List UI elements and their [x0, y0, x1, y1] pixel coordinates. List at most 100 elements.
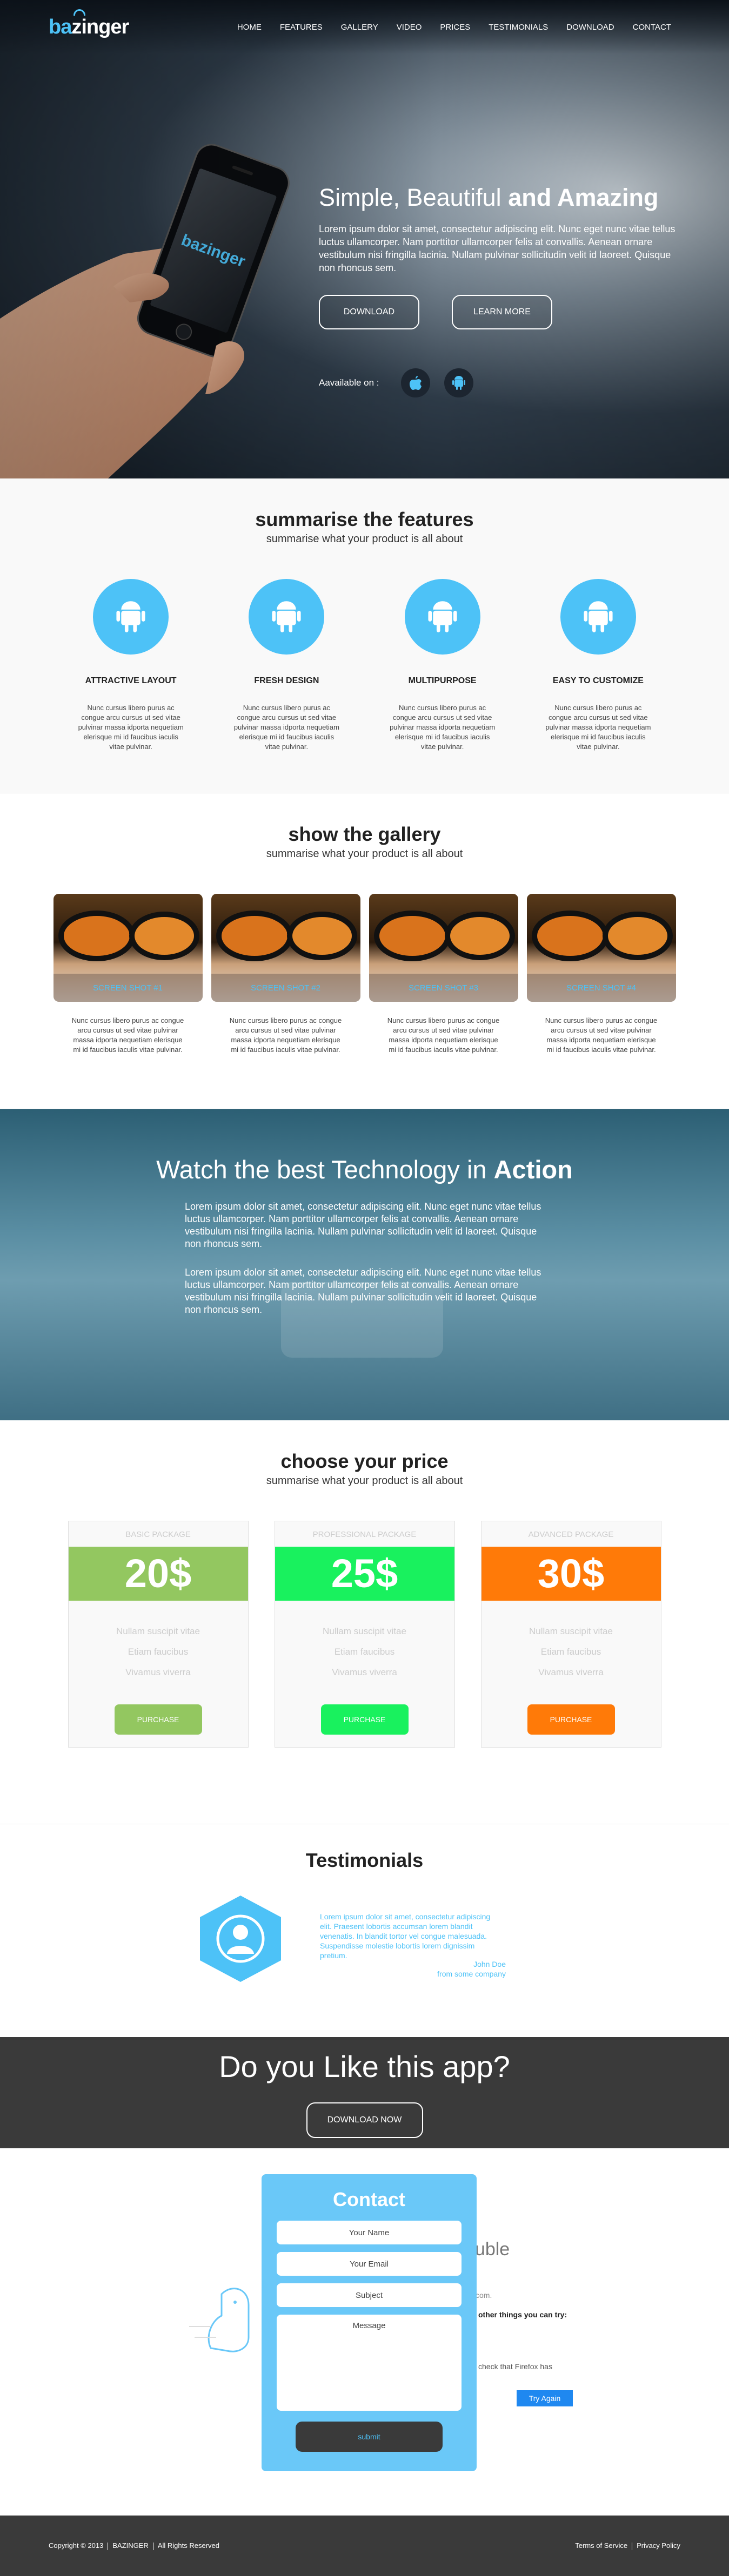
gallery-text: Nunc cursus libero purus ac congue arcu …: [387, 1016, 500, 1054]
screenshot-image[interactable]: SCREEN SHOT #4: [526, 894, 676, 1002]
features-title: summarise the features: [255, 508, 474, 530]
pricing-plan-advanced: ADVANCED PACKAGE 30$ Nullam suscipit vit…: [480, 1521, 661, 1748]
feature-text: Nunc cursus libero purus ac congue arcu …: [78, 704, 184, 751]
feature-item: EASY TO CUSTOMIZE Nunc cursus libero pur…: [520, 579, 676, 752]
feature-item: ATTRACTIVE LAYOUT Nunc cursus libero pur…: [53, 579, 209, 752]
nav-testimonials[interactable]: TESTIMONIALS: [479, 23, 557, 32]
nav-contact[interactable]: CONTACT: [624, 23, 680, 32]
nav-home[interactable]: HOME: [228, 23, 271, 32]
available-label: Aavailable on :: [319, 377, 379, 388]
feature-text: Nunc cursus libero purus ac congue arcu …: [390, 704, 496, 751]
available-on: Aavailable on :: [319, 368, 676, 397]
android-icon: [249, 579, 325, 655]
pricing-subtitle: summarise what your product is all about: [266, 1475, 463, 1487]
features-list: ATTRACTIVE LAYOUT Nunc cursus libero pur…: [0, 579, 729, 752]
android-icon[interactable]: [444, 368, 473, 397]
terms-link[interactable]: Terms of Service: [575, 2541, 627, 2550]
android-icon: [404, 579, 480, 655]
download-button[interactable]: DOWNLOAD: [319, 295, 419, 329]
copyright-text: Copyright © 2013: [49, 2541, 104, 2550]
purchase-button[interactable]: PURCHASE: [320, 1704, 409, 1735]
screenshot-image[interactable]: SCREEN SHOT #1: [53, 894, 203, 1002]
gallery-text: Nunc cursus libero purus ac congue arcu …: [545, 1016, 658, 1054]
apple-icon[interactable]: [400, 368, 430, 397]
author-company: from some company: [437, 1970, 506, 1978]
purchase-button[interactable]: PURCHASE: [114, 1704, 202, 1735]
contact-title: Contact: [333, 2188, 405, 2210]
action-paragraph-2: Lorem ipsum dolor sit amet, consectetur …: [185, 1267, 541, 1315]
screenshot-image[interactable]: SCREEN SHOT #3: [369, 894, 518, 1002]
plan-price: 25$: [275, 1547, 454, 1601]
features-subtitle: summarise what your product is all about: [266, 533, 463, 545]
sunglasses-image: [531, 911, 673, 961]
brand-logo[interactable]: bazinger: [49, 9, 129, 39]
gallery-text: Nunc cursus libero purus ac congue arcu …: [71, 1016, 184, 1054]
nav-gallery[interactable]: GALLERY: [332, 23, 387, 32]
name-field[interactable]: Your Name: [277, 2221, 462, 2244]
footer: Copyright © 2013 BAZINGER All Rights Reser…: [0, 2516, 729, 2576]
plan-price: 20$: [68, 1547, 248, 1601]
footer-brand: BAZINGER: [112, 2541, 149, 2550]
plan-features: Nullam suscipit vitae Etiam faucibus Viv…: [275, 1621, 454, 1683]
plan-features: Nullam suscipit vitae Etiam faucibus Viv…: [481, 1621, 661, 1683]
cta-title: Do you Like this app?: [219, 2049, 510, 2083]
top-navbar: bazinger HOME FEATURES GALLERY VIDEO PRI…: [0, 0, 729, 54]
feature-title: EASY TO CUSTOMIZE: [552, 676, 644, 685]
plan-name: PROFESSIONAL PACKAGE: [312, 1530, 417, 1539]
screenshot-image[interactable]: SCREEN SHOT #2: [211, 894, 360, 1002]
android-icon: [93, 579, 169, 655]
pricing-plan-professional: PROFESSIONAL PACKAGE 25$ Nullam suscipit…: [274, 1521, 455, 1748]
download-now-button[interactable]: DOWNLOAD NOW: [306, 2102, 423, 2138]
plan-name: ADVANCED PACKAGE: [528, 1530, 614, 1539]
testimonials-section: Testimonials Lorem ipsum dolor sit amet,…: [0, 1824, 729, 2037]
plan-feature: Etiam faucibus: [540, 1647, 601, 1657]
nav-features[interactable]: FEATURES: [271, 23, 332, 32]
feature-item: MULTIPURPOSE Nunc cursus libero purus ac…: [365, 579, 520, 752]
background-error-line: other things you can try:: [478, 2310, 567, 2319]
hand-holding-phone-illustration: bazinger: [0, 144, 290, 478]
footer-copyright: Copyright © 2013 BAZINGER All Rights Reser…: [49, 2541, 219, 2550]
purchase-button[interactable]: PURCHASE: [527, 1704, 615, 1735]
screenshot-label: SCREEN SHOT #1: [53, 974, 203, 1002]
plan-feature: Vivamus viverra: [125, 1667, 191, 1677]
learn-more-button[interactable]: LEARN MORE: [452, 295, 552, 329]
privacy-link[interactable]: Privacy Policy: [637, 2541, 680, 2550]
wifi-icon: [73, 9, 85, 16]
message-field[interactable]: Message: [277, 2315, 462, 2411]
nav-download[interactable]: DOWNLOAD: [557, 23, 623, 32]
logo-part-2: zinger: [71, 15, 129, 38]
gallery-item: SCREEN SHOT #1 Nunc cursus libero purus …: [53, 894, 203, 1055]
hero-buttons: DOWNLOAD LEARN MORE: [319, 295, 676, 329]
gallery-item: SCREEN SHOT #2 Nunc cursus libero purus …: [211, 894, 360, 1055]
action-paragraph-1: Lorem ipsum dolor sit amet, consectetur …: [185, 1201, 541, 1249]
hand-phone-image: bazinger: [0, 92, 303, 478]
feature-title: FRESH DESIGN: [254, 676, 319, 685]
feature-item: FRESH DESIGN Nunc cursus libero purus ac…: [209, 579, 364, 752]
email-field[interactable]: Your Email: [277, 2252, 462, 2276]
screenshot-label: SCREEN SHOT #3: [369, 974, 518, 1002]
submit-button[interactable]: submit: [296, 2422, 443, 2452]
testimonial-author: John Doe from some company: [411, 1959, 506, 1979]
main-nav: HOME FEATURES GALLERY VIDEO PRICES TESTI…: [228, 23, 680, 32]
gallery-subtitle: summarise what your product is all about: [266, 848, 463, 860]
plan-features: Nullam suscipit vitae Etiam faucibus Viv…: [69, 1621, 248, 1683]
gallery-title: show the gallery: [288, 823, 441, 845]
background-error-line: check that Firefox has: [478, 2362, 552, 2371]
phone-screen-logo: bazinger: [179, 231, 248, 271]
sunglasses-image: [373, 911, 515, 961]
action-title: Watch the best Technology in Action: [156, 1155, 573, 1184]
footer-links: Terms of Service Privacy Policy: [575, 2541, 680, 2550]
hero-title: Simple, Beautiful and Amazing: [319, 184, 659, 211]
nav-prices[interactable]: PRICES: [431, 23, 479, 32]
nav-video[interactable]: VIDEO: [387, 23, 431, 32]
gallery-item: SCREEN SHOT #4 Nunc cursus libero purus …: [526, 894, 676, 1055]
plan-feature: Vivamus viverra: [332, 1667, 397, 1677]
feature-text: Nunc cursus libero purus ac congue arcu …: [545, 704, 651, 751]
try-again-button[interactable]: Try Again: [517, 2390, 573, 2406]
gallery-list: SCREEN SHOT #1 Nunc cursus libero purus …: [0, 894, 729, 1055]
subject-field[interactable]: Subject: [277, 2283, 462, 2307]
plan-feature: Vivamus viverra: [538, 1667, 604, 1677]
background-error-line: com.: [476, 2291, 492, 2299]
rights-text: All Rights Reserved: [157, 2541, 219, 2550]
testimonial-quote: Lorem ipsum dolor sit amet, consectetur …: [320, 1912, 491, 1960]
